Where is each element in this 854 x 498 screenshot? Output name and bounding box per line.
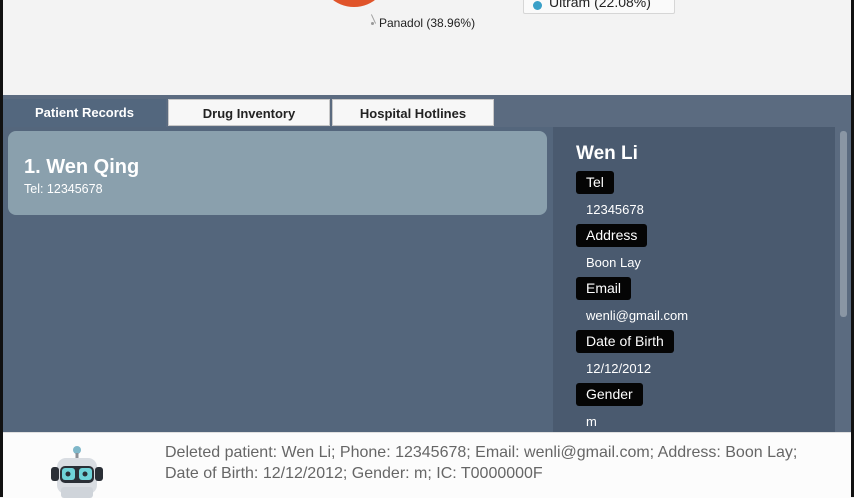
tab-drug-inventory[interactable]: Drug Inventory bbox=[168, 99, 330, 126]
field-label-gender: Gender bbox=[576, 383, 643, 406]
pie-slice-panadol bbox=[319, 0, 389, 7]
patient-detail-container: Wen Li Tel 12345678 Address Boon Lay Ema… bbox=[553, 127, 851, 432]
pie-leader-dot bbox=[371, 22, 374, 25]
status-message: Deleted patient: Wen Li; Phone: 12345678… bbox=[165, 444, 798, 482]
field-value-email: wenli@gmail.com bbox=[586, 308, 689, 323]
status-bar: Deleted patient: Wen Li; Phone: 12345678… bbox=[3, 432, 851, 498]
chart-legend: Ultram (22.08%) bbox=[523, 0, 675, 14]
field-label-address: Address bbox=[576, 224, 648, 247]
field-label-email: Email bbox=[576, 277, 632, 300]
field-value-address: Boon Lay bbox=[586, 255, 641, 270]
field-value-gender: m bbox=[586, 414, 597, 429]
field-value-dob: 12/12/2012 bbox=[586, 361, 652, 376]
detail-patient-name: Wen Li bbox=[576, 143, 638, 164]
patient-card-name: 1. Wen Qing bbox=[24, 156, 140, 178]
tab-hospital-hotlines[interactable]: Hospital Hotlines bbox=[332, 99, 494, 126]
detail-scrollbar-thumb[interactable] bbox=[840, 131, 847, 317]
pie-label-panadol: Panadol (38.96%) bbox=[379, 16, 476, 30]
legend-dot-icon bbox=[533, 1, 542, 10]
tab-patient-records[interactable]: Patient Records bbox=[3, 99, 166, 127]
tab-bar: Patient Records Drug Inventory Hospital … bbox=[3, 95, 851, 127]
patient-card[interactable]: 1. Wen Qing Tel: 12345678 bbox=[8, 131, 547, 215]
field-value-tel: 12345678 bbox=[586, 202, 644, 217]
field-label-dob: Date of Birth bbox=[576, 330, 674, 353]
robot-mascot-icon bbox=[51, 446, 103, 498]
drug-pie-chart: Panadol (38.96%) Ultram (22.08%) bbox=[3, 0, 851, 95]
patient-detail-panel: Wen Li Tel 12345678 Address Boon Lay Ema… bbox=[553, 127, 835, 432]
patient-list-panel: 1. Wen Qing Tel: 12345678 bbox=[3, 127, 553, 432]
legend-label-ultram: Ultram (22.08%) bbox=[549, 0, 651, 10]
field-label-tel: Tel bbox=[576, 171, 614, 194]
patient-card-tel: Tel: 12345678 bbox=[24, 182, 103, 196]
